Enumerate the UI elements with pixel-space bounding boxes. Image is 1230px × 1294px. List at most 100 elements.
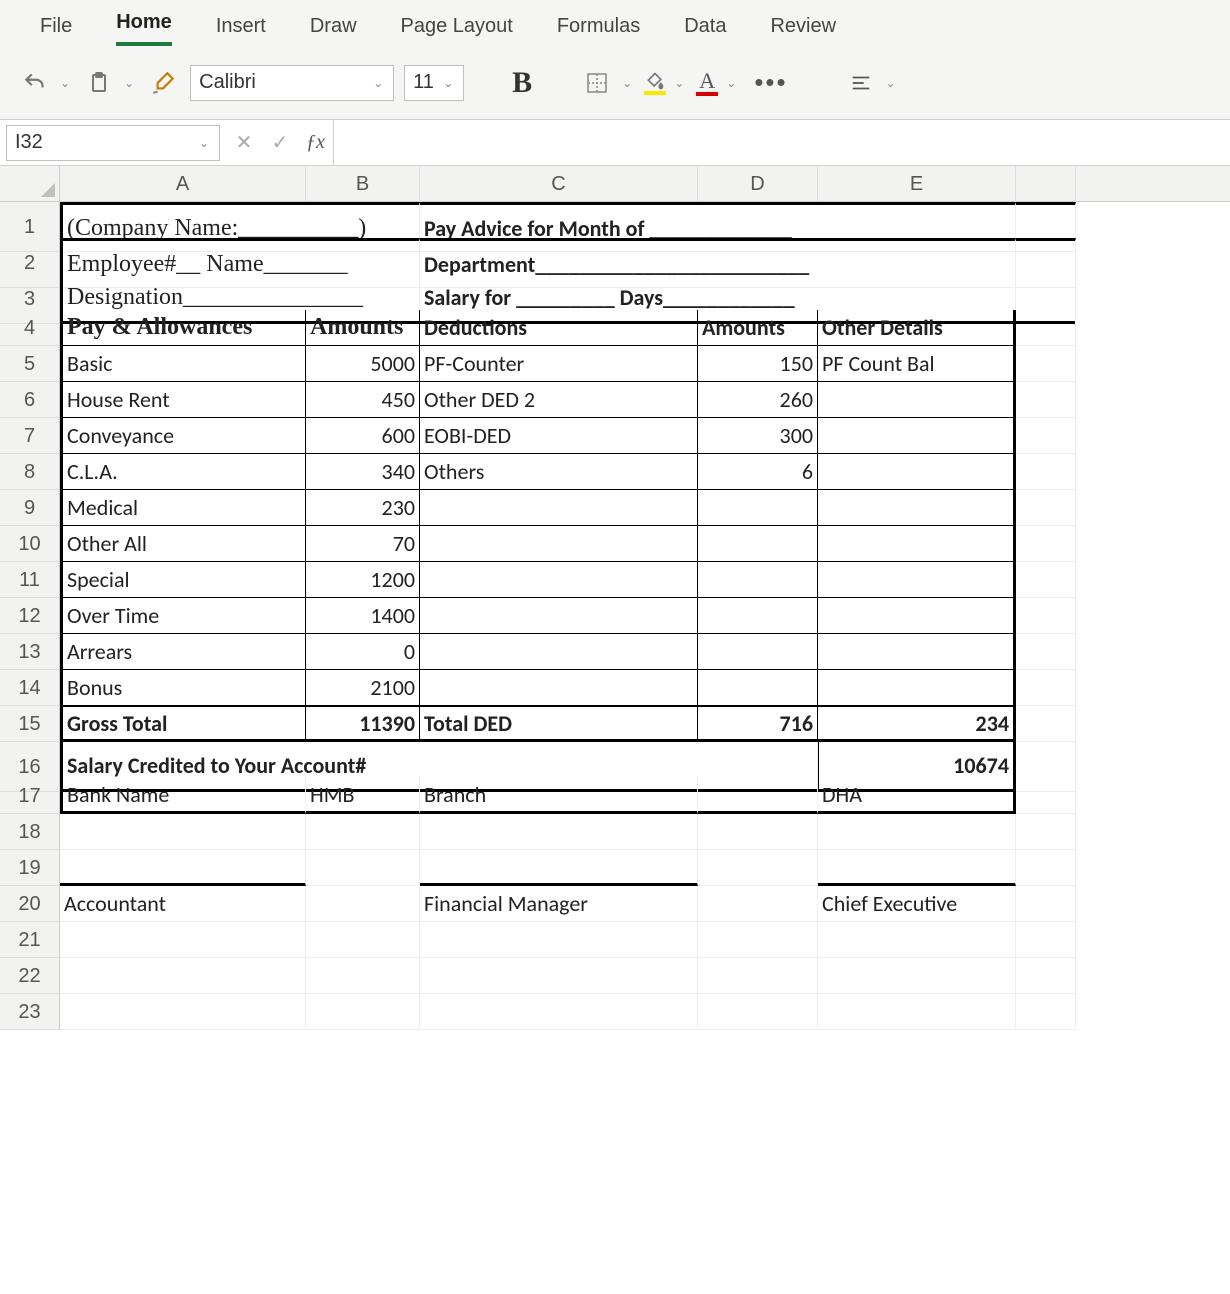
cell[interactable]: [420, 526, 698, 562]
cell[interactable]: Financial Manager: [420, 886, 698, 922]
tab-review[interactable]: Review: [770, 15, 836, 46]
align-button[interactable]: [844, 66, 878, 100]
cell[interactable]: 0: [306, 634, 420, 670]
cell[interactable]: [420, 814, 698, 850]
col-header-a[interactable]: A: [60, 166, 306, 202]
col-header-e[interactable]: E: [818, 166, 1016, 202]
cell[interactable]: [1016, 598, 1076, 634]
cell[interactable]: [420, 958, 698, 994]
cell[interactable]: [818, 562, 1016, 598]
cell[interactable]: [1016, 562, 1076, 598]
font-color-button[interactable]: A: [696, 70, 718, 96]
cell[interactable]: [306, 922, 420, 958]
cell[interactable]: [698, 922, 818, 958]
cell[interactable]: [60, 994, 306, 1030]
cell[interactable]: [818, 958, 1016, 994]
cell[interactable]: [698, 994, 818, 1030]
cell[interactable]: Other All: [60, 526, 306, 562]
cell[interactable]: [818, 382, 1016, 418]
borders-button[interactable]: [580, 66, 614, 100]
cell[interactable]: Accountant: [60, 886, 306, 922]
cell[interactable]: DHA: [818, 778, 1016, 814]
cell[interactable]: House Rent: [60, 382, 306, 418]
row-header[interactable]: 7: [0, 418, 59, 454]
cell[interactable]: 6: [698, 454, 818, 490]
cell[interactable]: PF Count Bal: [818, 346, 1016, 382]
cell[interactable]: EOBI-DED: [420, 418, 698, 454]
cancel-formula-button[interactable]: ✕: [226, 130, 262, 155]
cell[interactable]: [818, 814, 1016, 850]
cell[interactable]: [698, 562, 818, 598]
row-header[interactable]: 18: [0, 814, 59, 850]
cell[interactable]: [1016, 454, 1076, 490]
cell[interactable]: 260: [698, 382, 818, 418]
cell[interactable]: [698, 670, 818, 706]
formula-input[interactable]: [333, 120, 1230, 165]
cell[interactable]: Others: [420, 454, 698, 490]
cell[interactable]: 234: [818, 706, 1016, 742]
cell[interactable]: Over Time: [60, 598, 306, 634]
cell[interactable]: Branch: [420, 778, 698, 814]
cell[interactable]: 1400: [306, 598, 420, 634]
cell[interactable]: Other Details: [818, 310, 1016, 346]
cell[interactable]: 2100: [306, 670, 420, 706]
cells-area[interactable]: (Company Name:__________) Pay Advice for…: [60, 202, 1230, 1030]
row-header[interactable]: 22: [0, 958, 59, 994]
cell[interactable]: [818, 634, 1016, 670]
row-header[interactable]: 10: [0, 526, 59, 562]
cell[interactable]: 230: [306, 490, 420, 526]
cell[interactable]: [1016, 850, 1076, 886]
cell[interactable]: C.L.A.: [60, 454, 306, 490]
cell[interactable]: [306, 814, 420, 850]
col-header-b[interactable]: B: [306, 166, 420, 202]
cell[interactable]: [818, 994, 1016, 1030]
cell[interactable]: 300: [698, 418, 818, 454]
tab-formulas[interactable]: Formulas: [557, 15, 640, 46]
row-header[interactable]: 20: [0, 886, 59, 922]
cell[interactable]: [818, 670, 1016, 706]
cell[interactable]: Medical: [60, 490, 306, 526]
cell[interactable]: Special: [60, 562, 306, 598]
row-header[interactable]: 15: [0, 706, 59, 742]
row-header[interactable]: 12: [0, 598, 59, 634]
row-header[interactable]: 14: [0, 670, 59, 706]
cell[interactable]: 70: [306, 526, 420, 562]
font-color-dropdown[interactable]: ⌄: [724, 76, 738, 90]
cell[interactable]: Basic: [60, 346, 306, 382]
undo-dropdown[interactable]: ⌄: [58, 76, 72, 90]
cell[interactable]: [698, 958, 818, 994]
cell[interactable]: Conveyance: [60, 418, 306, 454]
cell[interactable]: [1016, 958, 1076, 994]
cell[interactable]: [306, 886, 420, 922]
row-header[interactable]: 4: [0, 310, 59, 346]
tab-file[interactable]: File: [40, 15, 72, 46]
cell[interactable]: Bonus: [60, 670, 306, 706]
cell[interactable]: [818, 454, 1016, 490]
tab-draw[interactable]: Draw: [310, 15, 357, 46]
cell[interactable]: [1016, 346, 1076, 382]
cell[interactable]: HMB: [306, 778, 420, 814]
cell[interactable]: [818, 418, 1016, 454]
cell[interactable]: 600: [306, 418, 420, 454]
cell[interactable]: [1016, 634, 1076, 670]
cell[interactable]: [306, 958, 420, 994]
cell[interactable]: [420, 922, 698, 958]
paste-dropdown[interactable]: ⌄: [122, 76, 136, 90]
cell[interactable]: [818, 526, 1016, 562]
cell[interactable]: Arrears: [60, 634, 306, 670]
cell[interactable]: [420, 490, 698, 526]
cell[interactable]: [60, 958, 306, 994]
row-header[interactable]: 19: [0, 850, 59, 886]
cell[interactable]: [420, 634, 698, 670]
cell[interactable]: 150: [698, 346, 818, 382]
cell[interactable]: [420, 994, 698, 1030]
row-header[interactable]: 17: [0, 778, 59, 814]
row-header[interactable]: 23: [0, 994, 59, 1030]
cell[interactable]: Amounts: [306, 310, 420, 346]
cell[interactable]: [306, 850, 420, 886]
cell[interactable]: [420, 562, 698, 598]
tab-home[interactable]: Home: [116, 11, 172, 46]
col-header-c[interactable]: C: [420, 166, 698, 202]
cell[interactable]: [306, 994, 420, 1030]
accept-formula-button[interactable]: ✓: [262, 130, 298, 155]
